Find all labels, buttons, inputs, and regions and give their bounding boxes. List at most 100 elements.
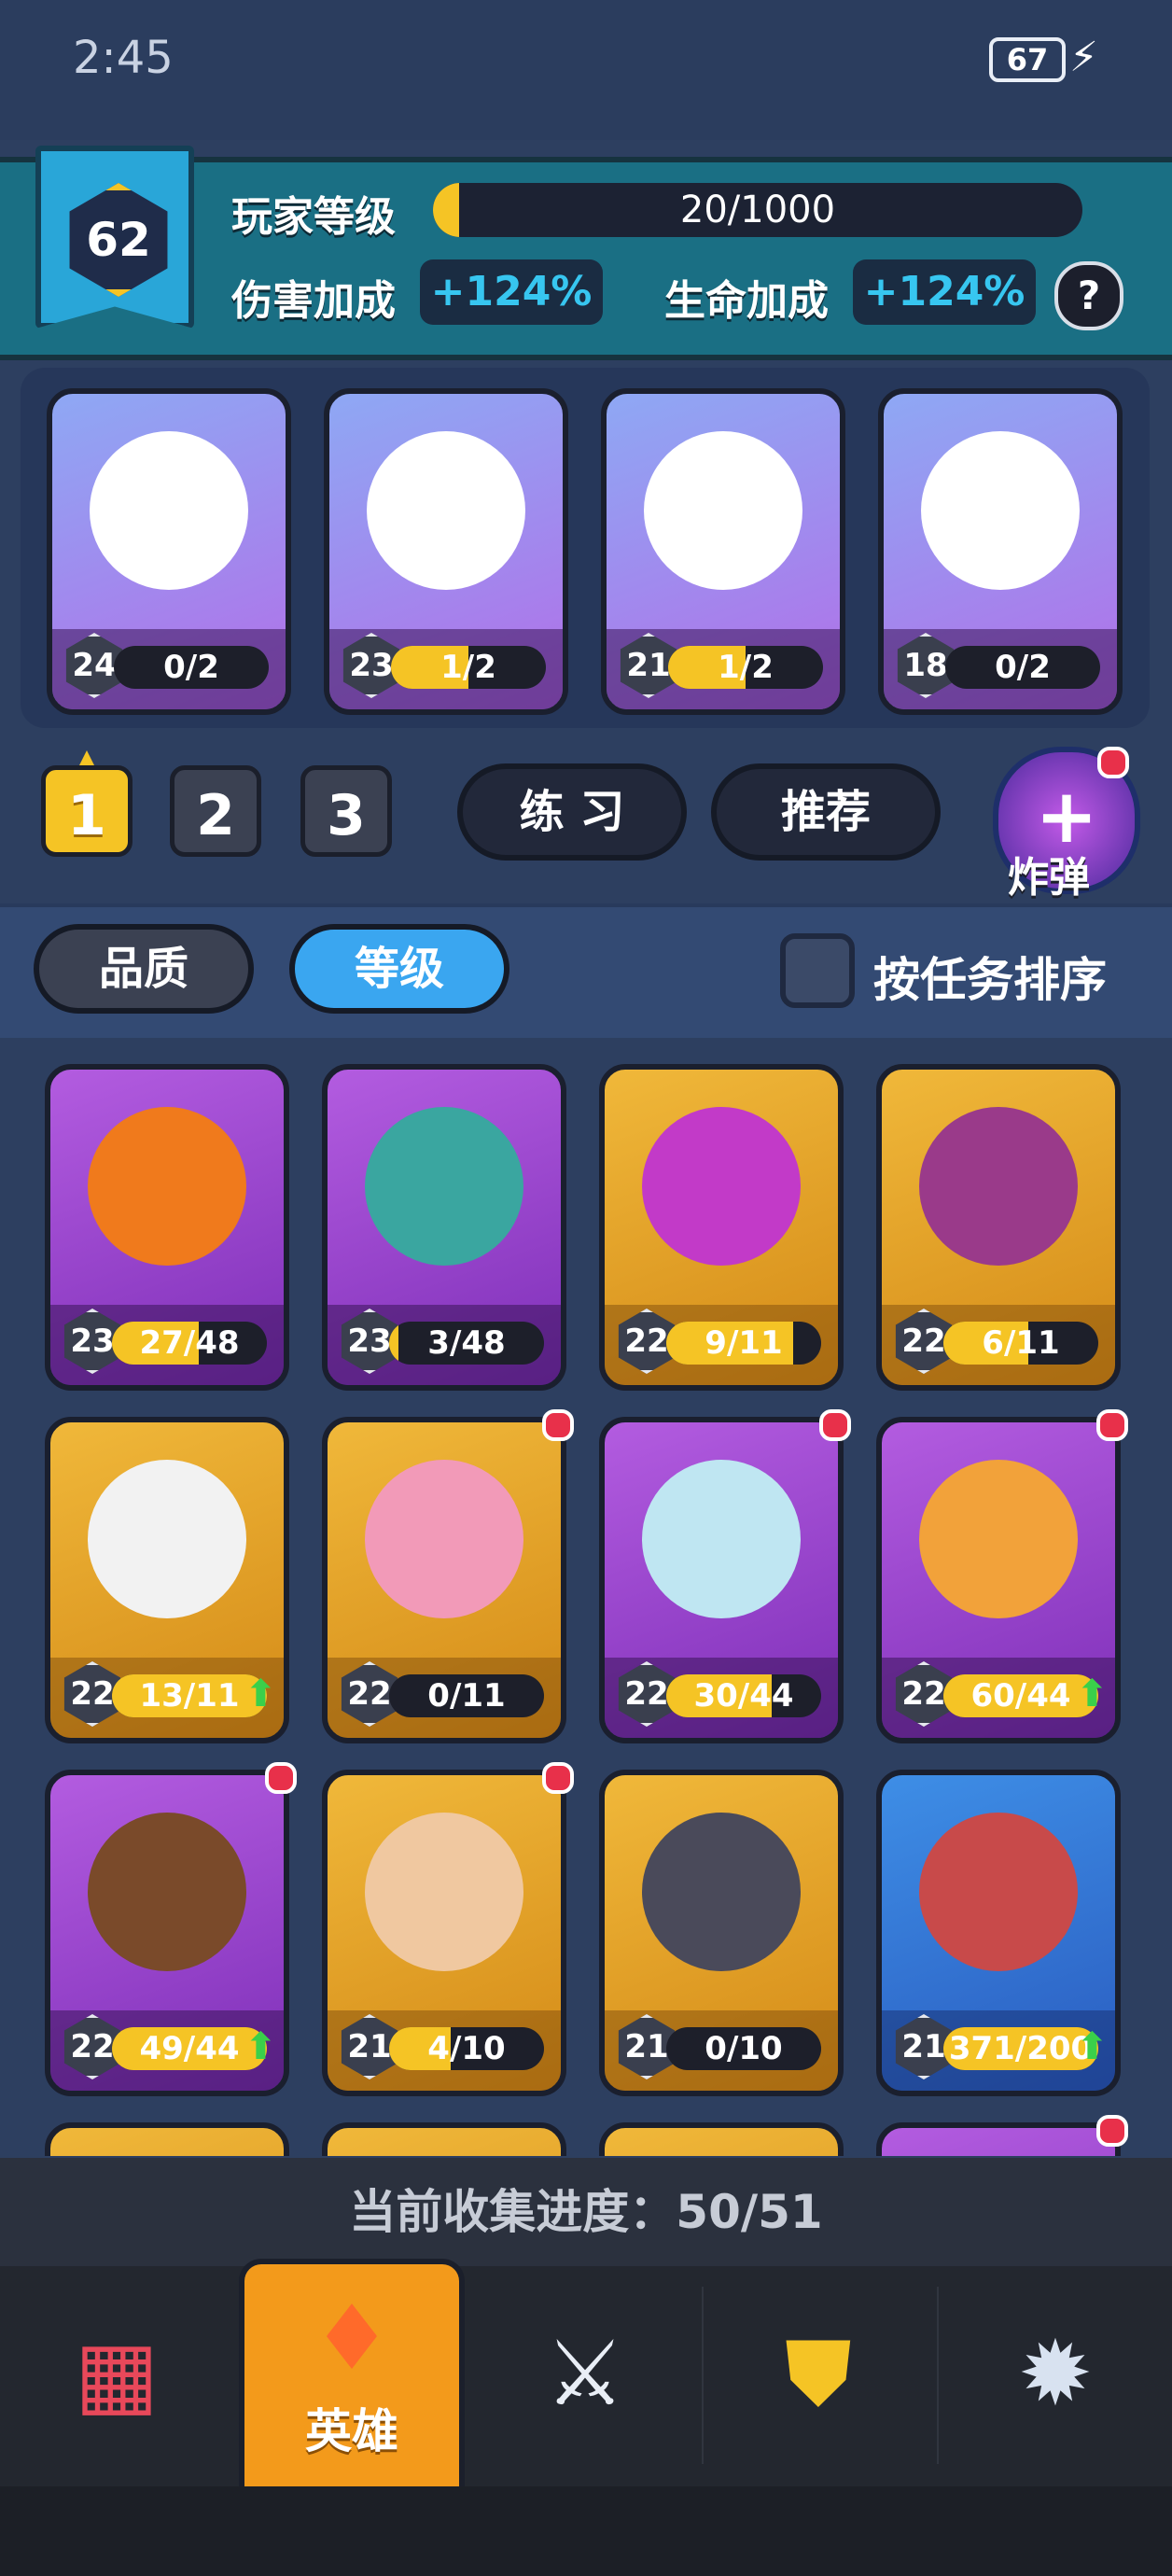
hero-portrait (90, 431, 248, 590)
hero-card[interactable]: 22 49/44 ⬆ (45, 1770, 289, 2096)
card-progress-bar: 9/11 (666, 1322, 821, 1365)
card-progress-bar: 371/200 (943, 2027, 1098, 2070)
player-level: 62 (86, 213, 151, 267)
player-level-label: 玩家等级 (231, 193, 396, 241)
damage-bonus-value: +124% (420, 259, 603, 325)
shop-icon[interactable]: ▦ (56, 2313, 177, 2434)
upgrade-arrow-icon: ⬆ (244, 1673, 276, 1715)
hero-card[interactable]: 21 371/200 ⬆ (876, 1770, 1121, 2096)
hero-card[interactable]: 21 4/10 (322, 1770, 566, 2096)
card-progress-bar: 0/10 (666, 2027, 821, 2070)
notification-dot (1096, 2115, 1128, 2147)
hero-card[interactable]: 22 0/11 (322, 1417, 566, 1743)
system-nav-strip (0, 2486, 1172, 2576)
notification-dot (265, 1762, 297, 1794)
card-progress-text: 6/11 (982, 1324, 1060, 1362)
hero-portrait (642, 1107, 801, 1266)
nav-divider (937, 2287, 939, 2464)
notification-dot (542, 1409, 574, 1441)
hero-card[interactable]: 22 9/11 (599, 1064, 844, 1391)
card-progress-text: 49/44 (139, 2030, 240, 2067)
card-progress-bar: 3/48 (389, 1322, 544, 1365)
crossed-swords-icon[interactable]: ⚔ (524, 2313, 646, 2434)
team-hero-card[interactable]: 18 0/2 (878, 388, 1123, 715)
upgrade-arrow-icon: ⬆ (244, 2025, 276, 2068)
hero-card[interactable]: 21 0/10 (599, 1770, 844, 2096)
hero-portrait (919, 1460, 1078, 1618)
card-progress-text: 9/11 (705, 1324, 783, 1362)
card-progress-bar: 0/11 (389, 1674, 544, 1717)
practice-button[interactable]: 练 习 (457, 763, 687, 861)
card-progress-bar: 60/44 (943, 1674, 1098, 1717)
team-hero-card[interactable]: 21 1/2 (601, 388, 845, 715)
card-progress-text: 0/2 (995, 649, 1051, 686)
card-progress-text: 4/10 (427, 2030, 506, 2067)
card-progress-bar: 0/2 (945, 646, 1100, 689)
hero-card[interactable] (322, 2122, 566, 2156)
team-slot-2[interactable]: 2 (170, 765, 261, 857)
hero-card[interactable]: 22 6/11 (876, 1064, 1121, 1391)
sort-by-task-checkbox[interactable] (780, 933, 855, 1008)
hero-card[interactable] (45, 2122, 289, 2156)
hero-cards-icon: ♦ (311, 2286, 393, 2390)
hero-portrait (644, 431, 802, 590)
notification-dot (1097, 747, 1129, 778)
hero-portrait (88, 1107, 246, 1266)
clock: 2:45 (73, 32, 174, 84)
hero-collection-grid[interactable]: 23 27/48 23 3/48 22 9/11 22 6/11 22 13/11 ⬆ 22 0/11 2… (0, 1038, 1172, 2156)
hero-portrait (365, 1460, 523, 1618)
hero-card[interactable] (876, 2122, 1121, 2156)
shield-crest-icon[interactable]: ⛊ (758, 2313, 879, 2434)
hero-portrait (88, 1460, 246, 1618)
hero-card[interactable] (599, 2122, 844, 2156)
health-bonus-label: 生命加成 (664, 277, 829, 325)
hero-card[interactable]: 23 3/48 (322, 1064, 566, 1391)
battery-indicator: 67 (989, 37, 1066, 82)
card-progress-bar: 30/44 (666, 1674, 821, 1717)
xp-progress-bar: 20/1000 (433, 183, 1082, 237)
xp-progress-text: 20/1000 (679, 189, 836, 231)
card-progress-text: 0/2 (163, 649, 219, 686)
rocket-icon[interactable]: ✹ (995, 2313, 1116, 2434)
nav-heroes-label: 英雄 (305, 2404, 398, 2458)
help-icon[interactable]: ? (1054, 261, 1123, 330)
charging-icon: ⚡ (1069, 34, 1098, 81)
card-progress-bar: 4/10 (389, 2027, 544, 2070)
card-progress-text: 3/48 (427, 1324, 506, 1362)
card-progress-text: 13/11 (139, 1677, 240, 1715)
team-slot-1[interactable]: 1 (41, 765, 133, 857)
hero-card[interactable]: 22 60/44 ⬆ (876, 1417, 1121, 1743)
upgrade-arrow-icon: ⬆ (1076, 2025, 1108, 2068)
card-progress-bar: 13/11 (112, 1674, 267, 1717)
hero-card[interactable]: 23 27/48 (45, 1064, 289, 1391)
sort-by-task-label: 按任务排序 (873, 953, 1107, 1007)
hero-portrait (367, 431, 525, 590)
card-progress-text: 30/44 (693, 1677, 794, 1715)
damage-bonus-label: 伤害加成 (231, 277, 396, 325)
sort-by-quality-button[interactable]: 品质 (34, 924, 254, 1014)
card-progress-bar: 1/2 (391, 646, 546, 689)
hero-card[interactable]: 22 13/11 ⬆ (45, 1417, 289, 1743)
recommend-button[interactable]: 推荐 (711, 763, 941, 861)
card-progress-bar: 49/44 (112, 2027, 267, 2070)
hero-portrait (919, 1107, 1078, 1266)
team-hero-card[interactable]: 23 1/2 (324, 388, 568, 715)
hero-portrait (365, 1813, 523, 1971)
collection-progress-text: 当前收集进度：50/51 (349, 2185, 823, 2239)
card-progress-text: 60/44 (970, 1677, 1071, 1715)
hero-portrait (919, 1813, 1078, 1971)
card-progress-bar: 1/2 (668, 646, 823, 689)
nav-divider (702, 2287, 704, 2464)
team-hero-card[interactable]: 24 0/2 (47, 388, 291, 715)
bomb-label: 炸弹 (1008, 854, 1090, 902)
sort-by-level-button[interactable]: 等级 (289, 924, 509, 1014)
card-progress-bar: 0/2 (114, 646, 269, 689)
card-progress-text: 1/2 (440, 649, 496, 686)
card-progress-text: 27/48 (139, 1324, 240, 1362)
notification-dot (1096, 1409, 1128, 1441)
team-slot-3[interactable]: 3 (300, 765, 392, 857)
notification-dot (542, 1762, 574, 1794)
hero-portrait (642, 1460, 801, 1618)
hero-card[interactable]: 22 30/44 (599, 1417, 844, 1743)
card-progress-bar: 27/48 (112, 1322, 267, 1365)
